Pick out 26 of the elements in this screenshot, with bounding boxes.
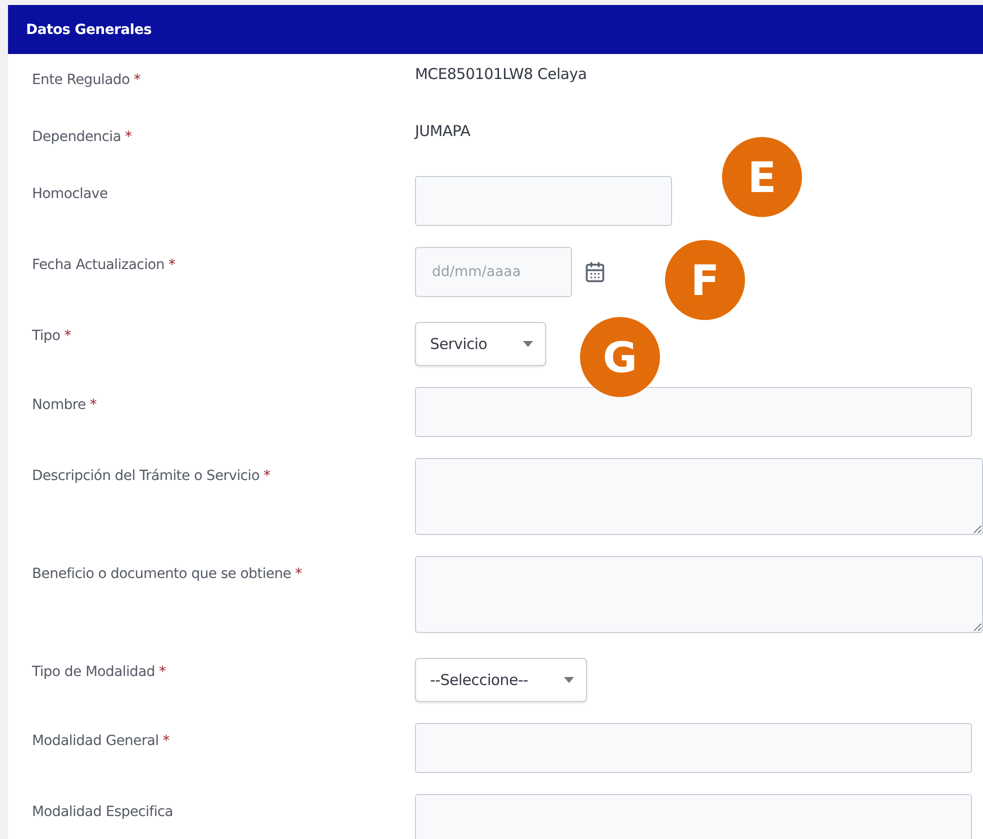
date-field[interactable]: dd/mm/aaaa bbox=[415, 247, 572, 297]
text-area[interactable] bbox=[415, 458, 983, 535]
input-field[interactable] bbox=[415, 723, 972, 773]
field-label: Modalidad Especifica bbox=[32, 803, 174, 820]
field-label: Homoclave bbox=[32, 185, 109, 202]
dropdown[interactable]: --Seleccione-- bbox=[415, 658, 588, 702]
section-header: Datos Generales bbox=[8, 5, 983, 54]
field-label: Beneficio o documento que se obtiene * bbox=[32, 565, 303, 582]
caret-icon bbox=[564, 677, 574, 683]
field-label: Descripción del Trámite o Servicio * bbox=[32, 467, 272, 484]
field-label: Ente Regulado * bbox=[32, 71, 142, 88]
field-label: Tipo de Modalidad * bbox=[32, 663, 167, 680]
input-field[interactable] bbox=[415, 176, 672, 226]
calendar-icon[interactable] bbox=[584, 261, 606, 283]
text-area[interactable] bbox=[415, 556, 983, 633]
field-value: MCE850101LW8 Celaya bbox=[415, 64, 587, 83]
field-value: JUMAPA bbox=[415, 121, 470, 140]
field-label: Nombre * bbox=[32, 396, 98, 413]
caret-icon bbox=[523, 341, 534, 347]
input-field[interactable] bbox=[415, 794, 972, 839]
input-field[interactable] bbox=[415, 387, 972, 437]
field-label: Fecha Actualizacion * bbox=[32, 256, 176, 273]
dropdown[interactable]: Servicio bbox=[415, 322, 546, 366]
field-label: Dependencia * bbox=[32, 128, 133, 145]
field-label: Tipo * bbox=[32, 327, 72, 344]
field-label: Modalidad General * bbox=[32, 732, 170, 749]
